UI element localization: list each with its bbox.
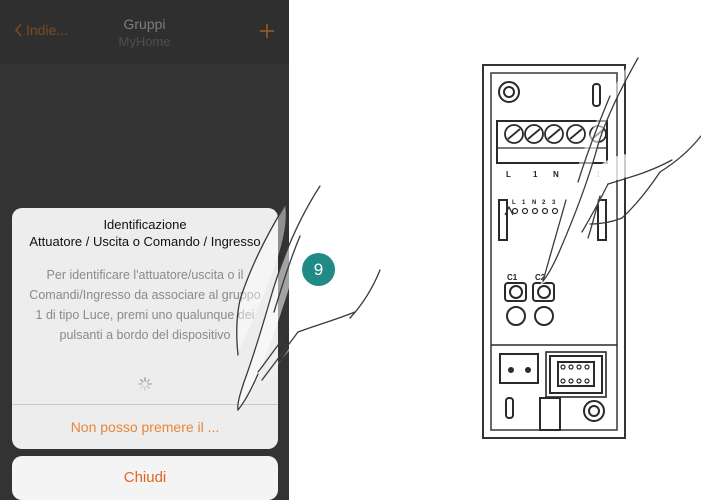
pin-label-n: N (532, 200, 536, 206)
terminal-label-n: N (553, 170, 559, 179)
illustration-layer: L 1 N 1 L 1 N 2 3 C1 C2 (236, 57, 701, 439)
pin-label-l: L (512, 200, 516, 206)
hand-pointer-phone-icon (236, 185, 381, 411)
terminal-label-l: L (506, 170, 511, 179)
button-label-c1: C1 (507, 273, 518, 282)
terminal-label-1: 1 (533, 170, 538, 179)
